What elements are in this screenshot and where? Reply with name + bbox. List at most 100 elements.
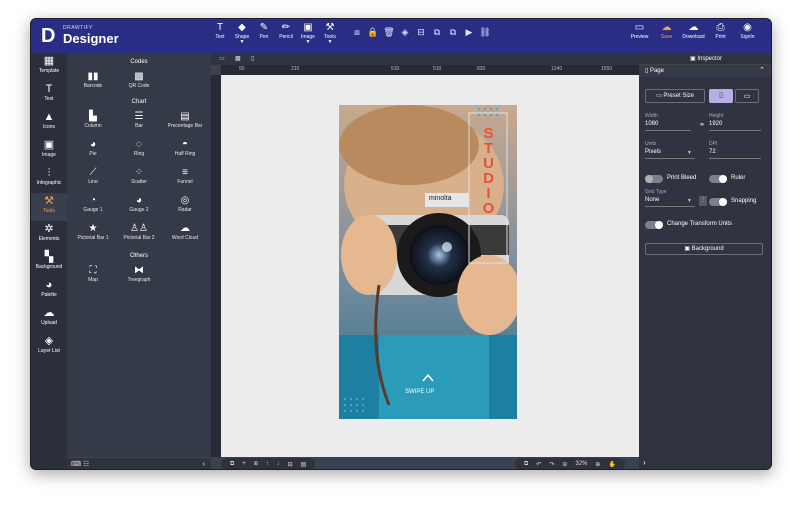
portrait-button[interactable]: ▯ xyxy=(709,89,733,103)
group-icon[interactable]: ⧈ xyxy=(349,27,365,38)
nav-palette[interactable]: ◕ Palette xyxy=(31,277,67,305)
word-cloud-tool[interactable]: ☁ Word Cloud xyxy=(163,223,207,241)
keyboard-icon[interactable]: ⌨ xyxy=(71,460,81,468)
zoom-out-icon[interactable]: ⊖ xyxy=(562,461,567,468)
nav-infographic[interactable]: ⫶ Infographic xyxy=(31,165,67,193)
page-section-header[interactable]: ▯ Page ⌃ xyxy=(639,65,771,77)
nav-template[interactable]: ▦ Template xyxy=(31,53,67,81)
text-tool-button[interactable]: T Text xyxy=(209,22,231,44)
undo-icon[interactable]: ↶ xyxy=(536,461,541,468)
qrcode-tool[interactable]: ▩ QR Code xyxy=(117,71,161,89)
print-button[interactable]: ⎙ Print xyxy=(707,22,734,40)
link-icon[interactable]: ⚭ xyxy=(699,121,705,129)
gauge1-tool[interactable]: ◔ Gauge 1 xyxy=(71,195,115,213)
treegraph-icon: ⧓ xyxy=(134,265,144,276)
ruler-toggle[interactable] xyxy=(709,175,727,183)
pie-chart-tool[interactable]: ◕ Pie xyxy=(71,139,115,157)
dpi-field[interactable]: 72 xyxy=(709,149,761,159)
settings-sliders-icon[interactable]: ☷ xyxy=(83,460,89,468)
zoom-level[interactable]: 32% xyxy=(575,461,587,467)
image-tool-button[interactable]: ▣ Image ▼ xyxy=(297,22,319,45)
play-icon[interactable]: ▶ xyxy=(461,27,477,38)
preview-button[interactable]: ▭ Preview xyxy=(626,22,653,40)
canvas-stage[interactable]: STUDIO minolta SWIPE UP xyxy=(221,75,639,457)
ruler-label: 50 xyxy=(239,66,245,72)
percentage-bar-tool[interactable]: ▤ Precentage Bar xyxy=(163,111,207,129)
page-icon[interactable]: ▯ xyxy=(251,55,254,62)
funnel-chart-tool[interactable]: ≡ Funnel xyxy=(163,167,207,185)
pictorial-bar1-tool[interactable]: ★ Pictorial Bar 1 xyxy=(71,223,115,241)
fit-icon[interactable]: ▭ xyxy=(219,55,225,62)
swipe-up-text[interactable]: SWIPE UP xyxy=(405,389,434,395)
nav-tools[interactable]: ⚒ Tools xyxy=(31,193,67,221)
change-units-toggle[interactable] xyxy=(645,221,663,229)
bar-chart-tool[interactable]: ☰ Bar xyxy=(117,111,161,129)
half-ring-tool[interactable]: ◓ Half Ring xyxy=(163,139,207,157)
nav-upload[interactable]: ☁ Upload xyxy=(31,305,67,333)
app-logo: D DRAWTIFY Designer xyxy=(41,25,119,48)
lock-icon[interactable]: 🔒 xyxy=(365,27,381,38)
redo-icon[interactable]: ↷ xyxy=(549,461,554,468)
duplicate-icon[interactable]: ⧉ xyxy=(445,27,461,38)
height-field[interactable]: 1920 xyxy=(709,121,761,131)
align-icon[interactable]: ⊟ xyxy=(413,27,429,38)
hand-icon[interactable]: ✋ xyxy=(608,461,615,468)
history-icon[interactable]: ⧉ xyxy=(524,461,528,468)
map-tool[interactable]: ⛶ Map xyxy=(71,265,115,283)
cell-label: Word Cloud xyxy=(171,235,199,241)
chevron-up-icon[interactable]: ⌃ xyxy=(759,65,765,77)
nav-text[interactable]: T Text xyxy=(31,81,67,109)
nav-icons[interactable]: ▲ Icons xyxy=(31,109,67,137)
plus-icon[interactable]: + xyxy=(242,461,246,467)
nav-image[interactable]: ▣ Image xyxy=(31,137,67,165)
expand-icon[interactable]: › xyxy=(643,458,646,467)
ring-chart-tool[interactable]: ◌ Ring xyxy=(117,139,161,157)
pencil-tool-button[interactable]: ✏ Pencil xyxy=(275,22,297,44)
height-label: Height xyxy=(709,113,724,119)
gauge-icon: ◔ xyxy=(89,195,97,206)
landscape-button[interactable]: ▭ xyxy=(735,89,759,103)
layout-icon[interactable]: ⊟ xyxy=(288,461,293,468)
gauge2-tool[interactable]: ◕ Gauge 2 xyxy=(117,195,161,213)
nav-elements[interactable]: ✲ Elements xyxy=(31,221,67,249)
tools-tool-button[interactable]: ⚒ Tools ▼ xyxy=(319,22,341,45)
grid-settings-icon[interactable]: ⋮ xyxy=(699,196,707,206)
zoom-in-icon[interactable]: ⊕ xyxy=(595,461,600,468)
snapping-toggle[interactable] xyxy=(709,198,727,206)
page-list-icon[interactable]: ▤ xyxy=(301,461,307,468)
line-chart-tool[interactable]: ⟋ Line xyxy=(71,167,115,185)
trash-icon[interactable]: 🗑 xyxy=(381,27,397,38)
shape-tool-button[interactable]: ◆ Shape ▼ xyxy=(231,22,253,45)
arrow-up-icon[interactable]: ↑ xyxy=(266,461,269,467)
layers-icon[interactable]: ◈ xyxy=(397,27,413,38)
width-field[interactable]: 1080 xyxy=(645,121,691,131)
cell-label: Half Ring xyxy=(174,151,196,157)
barcode-tool[interactable]: ▮▮ Barcode xyxy=(71,71,115,89)
pictorial-bar2-tool[interactable]: ♙♙ Pictorial Bar 2 xyxy=(117,223,161,241)
ruler-label: 820 xyxy=(477,66,486,72)
chevron-down-icon: ▼ xyxy=(687,198,692,204)
app-window: D DRAWTIFY Designer T Text ◆ Shape ▼ ✎ Pen ✏… xyxy=(30,18,772,470)
background-button[interactable]: ▣ Background xyxy=(645,243,763,255)
link-icon[interactable]: ⛓ xyxy=(477,27,493,38)
print-bleed-toggle[interactable] xyxy=(645,175,663,183)
nav-layer-list[interactable]: ◈ Layer List xyxy=(31,333,67,361)
pen-tool-button[interactable]: ✎ Pen xyxy=(253,22,275,44)
collapse-panel-icon[interactable]: ‹ xyxy=(202,459,205,468)
download-button[interactable]: ☁ Download xyxy=(680,22,707,40)
duplicate-page-icon[interactable]: ⧈ xyxy=(254,461,258,468)
preset-size-button[interactable]: ▭ Preset Size xyxy=(645,89,705,103)
treegraph-tool[interactable]: ⧓ Treegraph xyxy=(117,265,161,283)
scatter-chart-tool[interactable]: ⁘ Scatter xyxy=(117,167,161,185)
add-page-icon[interactable]: ⧉ xyxy=(230,461,234,468)
save-button[interactable]: ☁ Save xyxy=(653,22,680,40)
signin-button[interactable]: ◉ SignIn xyxy=(734,22,761,40)
arrange-icon[interactable]: ⧉ xyxy=(429,27,445,38)
radar-chart-tool[interactable]: ◎ Radar xyxy=(163,195,207,213)
column-chart-tool[interactable]: ▙ Column xyxy=(71,111,115,129)
arrow-down-icon[interactable]: ↓ xyxy=(277,461,280,467)
studio-text[interactable]: STUDIO xyxy=(480,125,497,215)
artboard[interactable]: STUDIO minolta SWIPE UP xyxy=(339,105,517,419)
nav-background[interactable]: ▚ Background xyxy=(31,249,67,277)
grid-icon[interactable]: ▩ xyxy=(235,55,241,62)
